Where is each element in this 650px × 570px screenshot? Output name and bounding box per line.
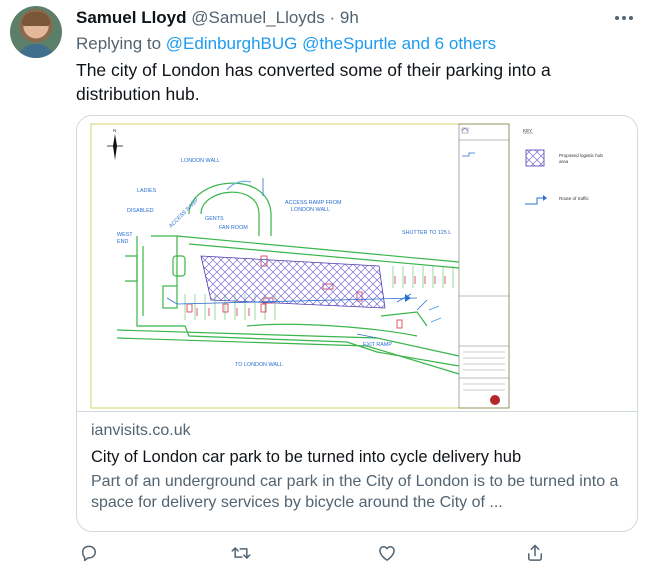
svg-text:TO LONDON WALL: TO LONDON WALL	[235, 362, 283, 368]
car-park-plan: N LONDON WALL LADIES DISABLED ACCESS RAM…	[90, 123, 603, 409]
like-button[interactable]	[374, 540, 400, 566]
svg-text:LADIES: LADIES	[137, 188, 157, 194]
svg-text:DISABLED: DISABLED	[127, 208, 154, 214]
author-handle[interactable]: @Samuel_Lloyds	[191, 8, 325, 27]
svg-text:WEST: WEST	[117, 232, 133, 238]
retweet-icon	[231, 547, 251, 559]
tweet-actions	[76, 540, 636, 566]
avatar-hair	[22, 12, 50, 26]
card-title[interactable]: City of London car park to be turned int…	[91, 446, 627, 468]
card-description: Part of an underground car park in the C…	[91, 473, 619, 511]
avatar-shirt	[16, 44, 56, 58]
card-domain: ianvisits.co.uk	[91, 422, 191, 439]
svg-text:ACCESS RAMP FROM: ACCESS RAMP FROM	[285, 200, 342, 206]
link-card[interactable]: N LONDON WALL LADIES DISABLED ACCESS RAM…	[76, 115, 638, 532]
reply-icon	[82, 545, 96, 562]
svg-text:area: area	[559, 159, 569, 164]
reply-button[interactable]	[76, 540, 102, 566]
svg-text:ACCESS RAMP: ACCESS RAMP	[168, 197, 200, 229]
share-button[interactable]	[522, 540, 548, 566]
svg-text:FAN ROOM: FAN ROOM	[219, 225, 248, 231]
card-image-map: N LONDON WALL LADIES DISABLED ACCESS RAM…	[77, 116, 637, 412]
svg-text:LONDON WALL: LONDON WALL	[181, 158, 220, 164]
avatar[interactable]	[10, 6, 62, 58]
reply-mentions-link[interactable]: @EdinburghBUG @theSpurtle and 6 others	[166, 34, 496, 53]
svg-text:N: N	[113, 128, 116, 133]
author-name[interactable]: Samuel Lloyd	[76, 8, 187, 27]
like-icon	[379, 546, 395, 561]
svg-text:EXIT RAMP: EXIT RAMP	[363, 342, 392, 348]
tweet-text: The city of London has converted some of…	[76, 60, 551, 104]
svg-text:Proposed logistic hub: Proposed logistic hub	[559, 153, 603, 158]
more-options-icon[interactable]	[610, 8, 638, 28]
tweet-header: Samuel Lloyd @Samuel_Lloyds · 9h	[76, 8, 359, 28]
svg-text:Route of traffic: Route of traffic	[559, 196, 589, 201]
reply-context: Replying to @EdinburghBUG @theSpurtle an…	[76, 34, 496, 54]
north-arrow-icon: N	[107, 128, 123, 160]
svg-text:KEY: KEY	[523, 128, 532, 133]
svg-text:SHUTTER TO 125 L: SHUTTER TO 125 L	[402, 230, 451, 236]
svg-text:GENTS: GENTS	[205, 216, 224, 222]
logistics-hub-area	[200, 255, 386, 309]
svg-text:END: END	[117, 239, 128, 245]
card-meta: ianvisits.co.uk City of London car park …	[91, 421, 627, 513]
svg-text:LONDON WALL: LONDON WALL	[291, 207, 330, 213]
timestamp[interactable]: 9h	[340, 8, 359, 27]
share-icon	[528, 544, 542, 561]
reply-prefix: Replying to	[76, 34, 162, 53]
retweet-button[interactable]	[228, 540, 254, 566]
separator: ·	[329, 8, 336, 27]
